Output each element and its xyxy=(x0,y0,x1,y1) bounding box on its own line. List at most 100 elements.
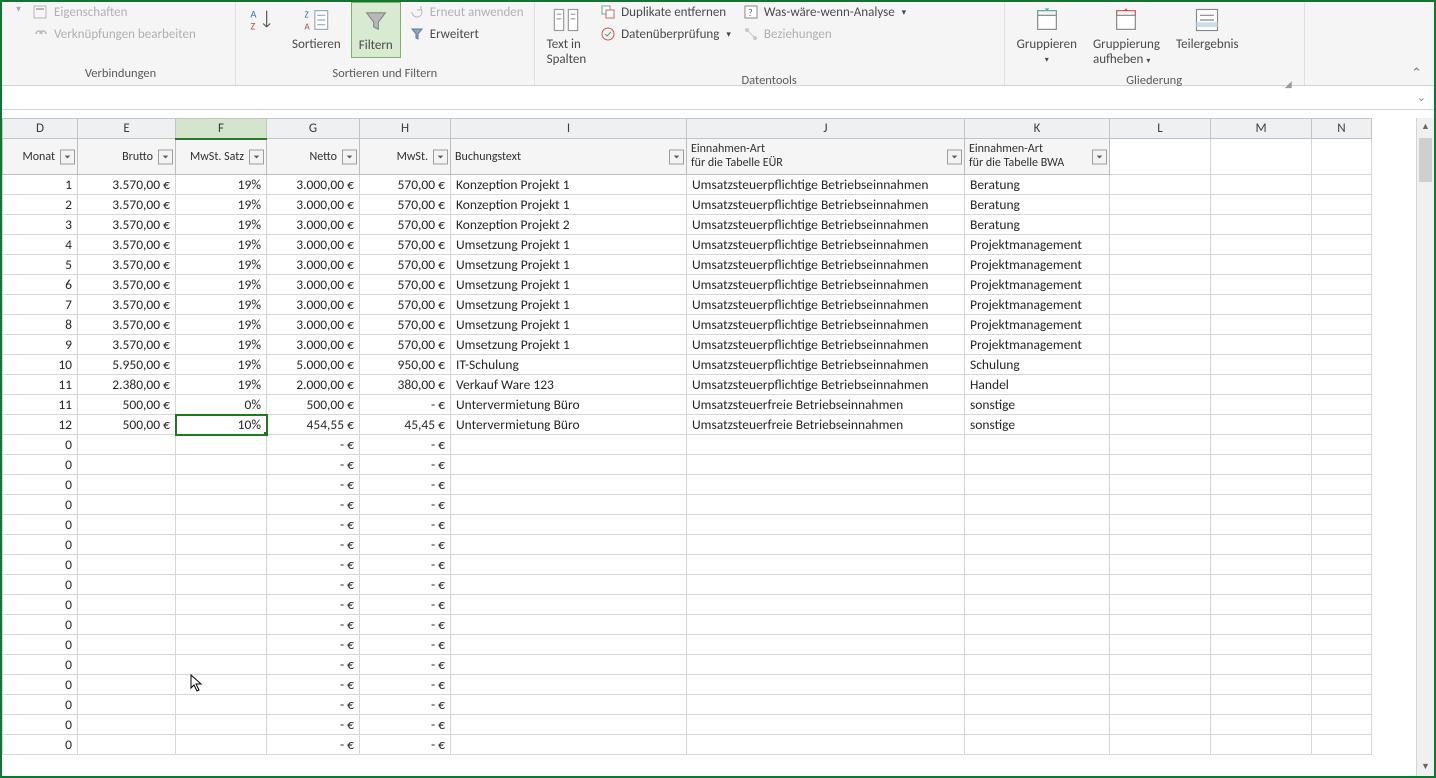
cell[interactable] xyxy=(687,555,965,575)
cell[interactable] xyxy=(451,735,687,755)
cell[interactable] xyxy=(1211,575,1312,595)
cell[interactable]: - € xyxy=(267,475,360,495)
cell[interactable]: 5 xyxy=(3,255,78,275)
cell[interactable] xyxy=(1312,555,1372,575)
cell[interactable] xyxy=(78,655,176,675)
cell[interactable] xyxy=(1312,535,1372,555)
cell[interactable]: 380,00 € xyxy=(360,375,451,395)
cell[interactable] xyxy=(965,535,1110,555)
formula-expand-icon[interactable]: ⌄ xyxy=(1409,86,1434,109)
cell[interactable]: 19% xyxy=(176,235,267,255)
cell[interactable]: 3.570,00 € xyxy=(78,215,176,235)
cell[interactable]: - € xyxy=(267,735,360,755)
cell[interactable] xyxy=(176,435,267,455)
cell[interactable]: Umsatzsteuerpflichtige Betriebseinnahmen xyxy=(687,175,965,195)
cell[interactable]: IT-Schulung xyxy=(451,355,687,375)
cell[interactable] xyxy=(1110,535,1211,555)
column-header-G[interactable]: G xyxy=(267,119,360,139)
cell[interactable]: 19% xyxy=(176,355,267,375)
cell[interactable]: Umsatzsteuerpflichtige Betriebseinnahmen xyxy=(687,335,965,355)
cell[interactable]: 19% xyxy=(176,215,267,235)
cell[interactable] xyxy=(1211,495,1312,515)
cell[interactable]: 570,00 € xyxy=(360,195,451,215)
cell[interactable] xyxy=(451,695,687,715)
cell[interactable]: 2.000,00 € xyxy=(267,375,360,395)
cell[interactable] xyxy=(1312,175,1372,195)
filter-dropdown-F[interactable] xyxy=(249,149,264,164)
cell[interactable]: 3.000,00 € xyxy=(267,255,360,275)
cell[interactable]: Umsatzsteuerpflichtige Betriebseinnahmen xyxy=(687,255,965,275)
cell[interactable]: - € xyxy=(360,615,451,635)
cell[interactable]: 45,45 € xyxy=(360,415,451,435)
table-header-F[interactable]: MwSt. Satz xyxy=(176,139,267,175)
cell[interactable]: Projektmanagement xyxy=(965,255,1110,275)
cell[interactable] xyxy=(451,635,687,655)
cell[interactable] xyxy=(687,595,965,615)
cell[interactable] xyxy=(451,555,687,575)
cell[interactable] xyxy=(1110,275,1211,295)
cell[interactable]: 570,00 € xyxy=(360,315,451,335)
beziehungen-button[interactable]: Beziehungen xyxy=(739,24,910,44)
verknuepfungen-button[interactable]: Verknüpfungen bearbeiten xyxy=(29,24,200,44)
cell[interactable]: 3.570,00 € xyxy=(78,315,176,335)
cell[interactable] xyxy=(965,655,1110,675)
cell[interactable] xyxy=(965,575,1110,595)
cell[interactable] xyxy=(965,515,1110,535)
cell[interactable]: 3.000,00 € xyxy=(267,215,360,235)
cell[interactable]: Untervermietung Büro xyxy=(451,415,687,435)
cell[interactable]: Umsetzung Projekt 1 xyxy=(451,335,687,355)
cell[interactable]: - € xyxy=(360,535,451,555)
cell[interactable]: 7 xyxy=(3,295,78,315)
cell[interactable]: - € xyxy=(267,535,360,555)
cell[interactable] xyxy=(451,595,687,615)
cell[interactable]: 3.000,00 € xyxy=(267,335,360,355)
cell[interactable] xyxy=(965,595,1110,615)
cell[interactable]: - € xyxy=(360,695,451,715)
cell[interactable]: 8 xyxy=(3,315,78,335)
cell[interactable] xyxy=(1211,255,1312,275)
cell[interactable]: 570,00 € xyxy=(360,175,451,195)
cell[interactable] xyxy=(965,715,1110,735)
cell[interactable] xyxy=(1211,435,1312,455)
cell[interactable]: 0 xyxy=(3,555,78,575)
cell[interactable]: - € xyxy=(360,715,451,735)
cell[interactable]: 5.950,00 € xyxy=(78,355,176,375)
filtern-button[interactable]: Filtern xyxy=(351,2,401,58)
cell[interactable] xyxy=(1110,195,1211,215)
cell[interactable]: 11 xyxy=(3,395,78,415)
cell[interactable]: - € xyxy=(360,495,451,515)
cell[interactable]: Handel xyxy=(965,375,1110,395)
cell[interactable] xyxy=(1312,255,1372,275)
collapse-ribbon-icon[interactable]: ⌃ xyxy=(1403,2,1430,85)
cell[interactable] xyxy=(687,635,965,655)
scroll-up-icon[interactable]: ▲ xyxy=(1417,118,1434,136)
cell[interactable] xyxy=(1312,275,1372,295)
cell[interactable] xyxy=(687,515,965,535)
cell[interactable] xyxy=(965,475,1110,495)
cell[interactable]: - € xyxy=(360,515,451,535)
cell[interactable]: - € xyxy=(360,635,451,655)
cell[interactable] xyxy=(687,575,965,595)
gruppieren-button[interactable]: Gruppieren ▾ xyxy=(1011,2,1083,69)
filter-dropdown-G[interactable] xyxy=(342,149,357,164)
cell[interactable]: 0 xyxy=(3,515,78,535)
text-spalten-button[interactable]: Text inSpalten xyxy=(541,2,593,71)
cell[interactable] xyxy=(451,715,687,735)
teilergebnis-button[interactable]: Teilergebnis xyxy=(1170,2,1245,56)
cell[interactable] xyxy=(176,635,267,655)
filter-dropdown-J[interactable] xyxy=(947,149,962,164)
cell[interactable]: 19% xyxy=(176,255,267,275)
cell[interactable] xyxy=(1211,355,1312,375)
filter-dropdown-H[interactable] xyxy=(433,149,448,164)
cell[interactable] xyxy=(176,595,267,615)
cell[interactable] xyxy=(78,695,176,715)
cell[interactable]: Umsatzsteuerpflichtige Betriebseinnahmen xyxy=(687,355,965,375)
cell[interactable] xyxy=(1211,735,1312,755)
cell[interactable] xyxy=(176,575,267,595)
cell[interactable]: sonstige xyxy=(965,415,1110,435)
cell[interactable] xyxy=(1312,615,1372,635)
cell[interactable]: 0 xyxy=(3,675,78,695)
cell[interactable]: Konzeption Projekt 1 xyxy=(451,195,687,215)
cell[interactable] xyxy=(78,555,176,575)
cell[interactable]: - € xyxy=(360,475,451,495)
